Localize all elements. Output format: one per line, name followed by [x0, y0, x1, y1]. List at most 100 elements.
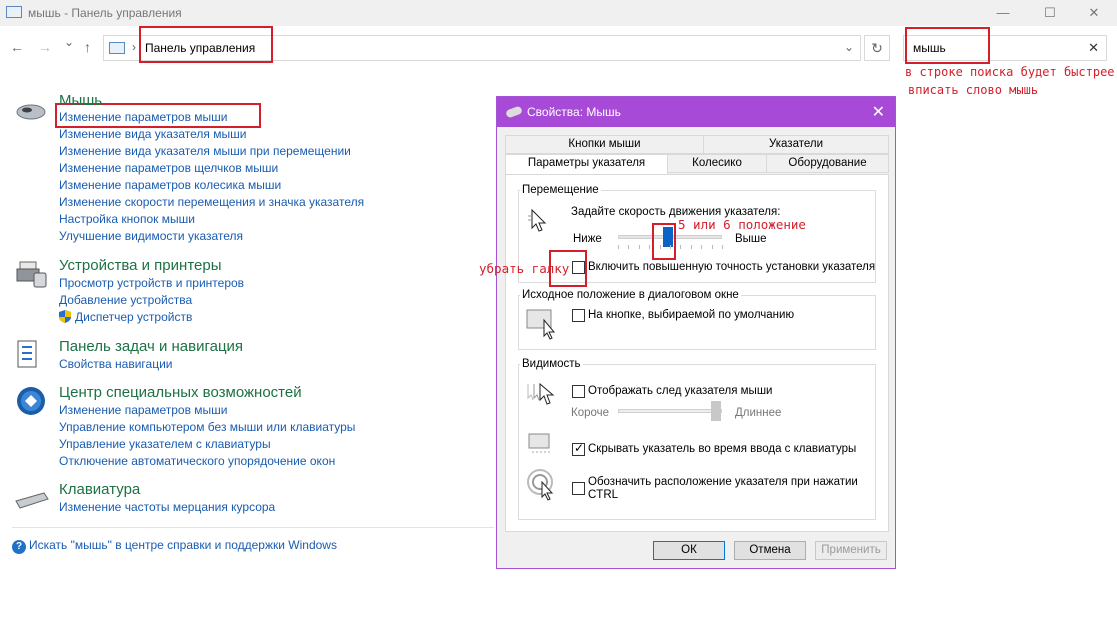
printer-icon: [16, 261, 47, 288]
mouse-icon: [16, 104, 46, 120]
cp-link[interactable]: Добавление устройства: [59, 293, 192, 307]
cp-link[interactable]: Изменение вида указателя мыши: [59, 127, 246, 141]
control-panel-icon: [6, 6, 22, 18]
tab-pointers[interactable]: Указатели: [703, 135, 889, 154]
speed-slider-tick: [618, 245, 619, 249]
hide-pointer-icon: [528, 433, 550, 453]
cp-group-title[interactable]: Мышь: [59, 92, 102, 109]
pointer-trails-label: Отображать след указателя мыши: [588, 385, 773, 397]
show-location-icon: [527, 469, 554, 501]
enhance-precision-label: Включить повышенную точность установки у…: [588, 261, 876, 273]
refresh-button[interactable]: ↻: [864, 35, 890, 61]
cp-link[interactable]: Улучшение видимости указателя: [59, 229, 243, 243]
group-label: Исходное положение в диалоговом окне: [520, 289, 741, 301]
window-title: мышь - Панель управления: [28, 6, 182, 20]
accessibility-icon: [17, 387, 45, 415]
maximize-button[interactable]: ☐: [1027, 0, 1073, 26]
forward-arrow-icon[interactable]: →: [38, 39, 52, 55]
trails-slider-thumb[interactable]: [711, 401, 721, 421]
speed-slider-tick: [649, 245, 651, 249]
hide-pointer-label: Скрывать указатель во время ввода с клав…: [588, 443, 857, 455]
cancel-button[interactable]: Отмена: [734, 541, 806, 560]
cp-link[interactable]: Свойства навигации: [59, 357, 172, 371]
cp-link[interactable]: Изменение параметров колесика мыши: [59, 178, 281, 192]
minimize-button[interactable]: —: [980, 0, 1026, 26]
show-location-ctrl-checkbox[interactable]: [572, 482, 585, 495]
cp-link[interactable]: Управление компьютером без мыши или клав…: [59, 420, 355, 434]
annotation-speed-note: 5 или 6 положение: [678, 217, 806, 232]
show-location-label: Обозначить расположение указателя при на…: [588, 476, 858, 488]
speed-slider-tick: [638, 245, 640, 249]
tab-buttons[interactable]: Кнопки мыши: [505, 135, 704, 154]
help-icon: ?: [12, 540, 26, 554]
mouse-icon: [505, 105, 523, 119]
recent-locations-icon[interactable]: ⌄: [64, 35, 74, 49]
chevron-down-icon[interactable]: ⌄: [844, 40, 854, 54]
cp-link[interactable]: Изменение вида указателя мыши при переме…: [59, 144, 351, 158]
cp-link[interactable]: Управление указателем с клавиатуры: [59, 437, 271, 451]
speed-slider-tick: [711, 245, 713, 249]
help-search-label: Искать "мышь" в центре справки и поддерж…: [29, 538, 337, 552]
window-titlebar: мышь - Панель управления — ☐ ✕: [0, 0, 1117, 26]
pointer-speed-icon: [528, 208, 547, 232]
snap-to-group: [518, 295, 876, 350]
dialog-title: Свойства: Мышь: [527, 105, 621, 119]
trails-long-label: Длиннее: [735, 407, 782, 419]
up-arrow-icon[interactable]: ↑: [84, 39, 91, 55]
dialog-titlebar: Свойства: Мышь ✕: [497, 97, 895, 127]
cp-link[interactable]: Изменение частоты мерцания курсора: [59, 500, 275, 514]
cp-link[interactable]: Настройка кнопок мыши: [59, 212, 195, 226]
snap-to-icon: [526, 309, 556, 340]
divider: [12, 527, 494, 528]
speed-slider-tick: [690, 245, 692, 249]
cp-link[interactable]: Изменение параметров мыши: [59, 403, 228, 417]
help-search-link[interactable]: ? Искать "мышь" в центре справки и поддер…: [12, 538, 337, 554]
annotation-search-note: в строке поиска будет быстрее: [905, 65, 1115, 79]
tab-wheel[interactable]: Колесико: [667, 154, 767, 173]
pointer-trails-icon: [527, 382, 555, 405]
snap-to-default-checkbox[interactable]: [572, 309, 585, 322]
tab-pointer-options[interactable]: Параметры указателя: [505, 154, 668, 175]
annotation-box-checkbox: [549, 250, 587, 287]
cp-link[interactable]: Отключение автоматического упорядочение …: [59, 454, 335, 468]
back-arrow-icon[interactable]: ←: [10, 39, 24, 55]
cp-group-title[interactable]: Центр специальных возможностей: [59, 384, 302, 401]
speed-fast-label: Выше: [735, 233, 767, 245]
mouse-properties-dialog: Свойства: Мышь ✕ Кнопки мыши Указатели П…: [496, 96, 896, 569]
dialog-close-button[interactable]: ✕: [872, 102, 885, 122]
group-label: Перемещение: [520, 184, 601, 196]
speed-slider-tick: [628, 245, 630, 249]
clear-search-icon[interactable]: ✕: [1088, 40, 1099, 56]
annotation-box-search: [905, 27, 990, 64]
cp-link[interactable]: Просмотр устройств и принтеров: [59, 276, 244, 290]
trails-slider-track[interactable]: [618, 409, 722, 413]
keyboard-icon: [15, 492, 49, 509]
cp-link[interactable]: Изменение скорости перемещения и значка …: [59, 195, 364, 209]
ok-button[interactable]: ОК: [653, 541, 725, 560]
speed-slider-tick: [680, 245, 682, 249]
show-location-label-ctrl: CTRL: [588, 489, 619, 501]
hide-pointer-checkbox[interactable]: [572, 441, 585, 456]
snap-to-default-label: На кнопке, выбираемой по умолчанию: [588, 309, 795, 321]
close-button[interactable]: ✕: [1071, 0, 1117, 26]
annotation-box-address: [139, 26, 273, 63]
annotation-box-speed: [652, 223, 676, 260]
cp-group-title[interactable]: Устройства и принтеры: [59, 257, 221, 274]
speed-slider-tick: [701, 245, 703, 249]
control-panel-icon: [109, 42, 125, 54]
cp-group-title[interactable]: Клавиатура: [59, 481, 140, 498]
trails-short-label: Короче: [571, 407, 610, 419]
apply-button[interactable]: Применить: [815, 541, 887, 560]
cp-link[interactable]: Изменение параметров щелчков мыши: [59, 161, 278, 175]
speed-slow-label: Ниже: [573, 233, 602, 245]
cp-link-with-shield[interactable]: Диспетчер устройств: [59, 310, 192, 324]
tab-hardware[interactable]: Оборудование: [766, 154, 889, 173]
cp-link[interactable]: Изменение параметров мыши: [59, 110, 228, 124]
annotation-search-note: вписать слово мышь: [908, 83, 1039, 97]
uac-shield-icon: [59, 310, 71, 323]
cp-group-title[interactable]: Панель задач и навигация: [59, 338, 243, 355]
speed-slider-tick: [722, 245, 723, 249]
pointer-trails-checkbox[interactable]: [572, 385, 585, 398]
breadcrumb-separator-icon: ›: [132, 40, 136, 54]
group-label: Видимость: [520, 358, 583, 370]
